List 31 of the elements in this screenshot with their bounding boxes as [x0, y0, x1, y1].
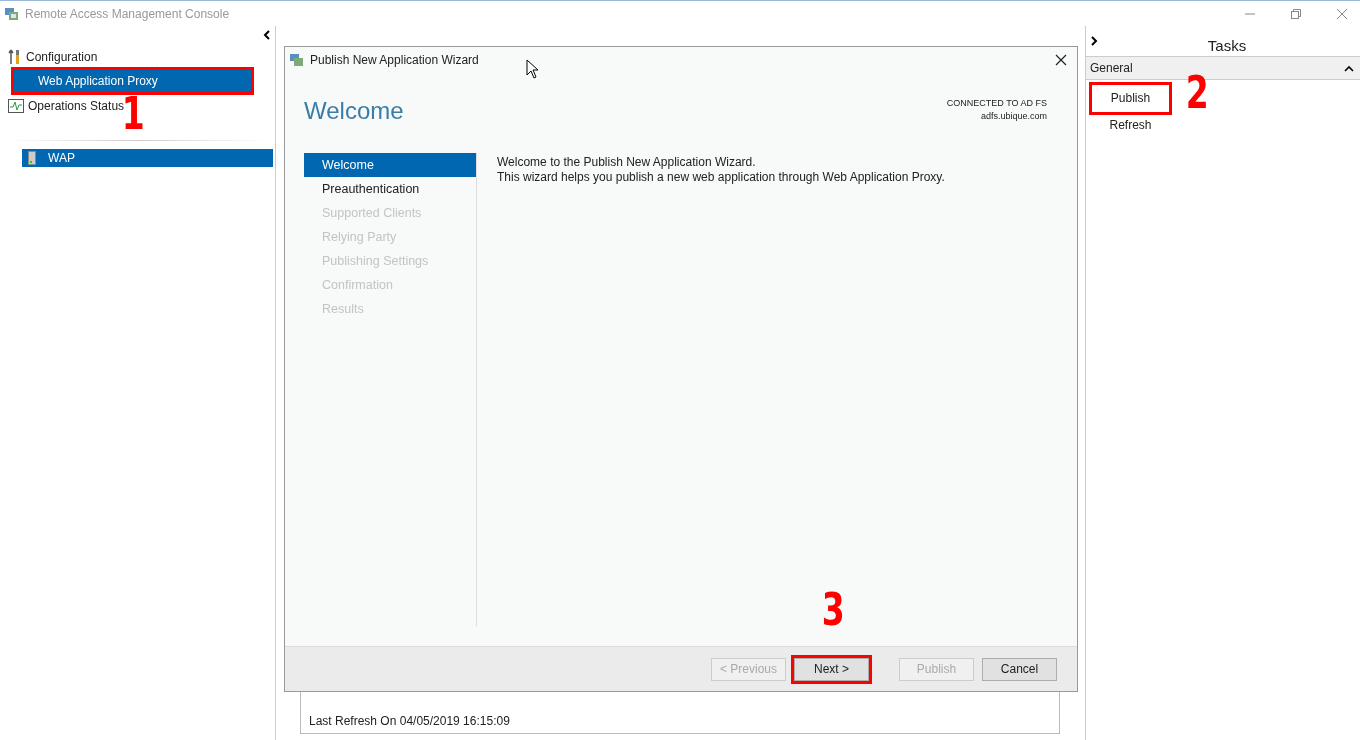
restore-icon[interactable]	[1290, 7, 1302, 20]
task-link[interactable]: Publish	[1092, 85, 1169, 112]
connection-text: adfs.ubique.com	[979, 110, 1047, 123]
page-heading: Welcome	[304, 97, 404, 126]
tools-icon	[8, 49, 22, 65]
close-icon[interactable]	[1055, 54, 1067, 66]
server-icon	[28, 151, 36, 165]
app-icon	[4, 5, 20, 22]
window-title: Remote Access Management Console	[25, 6, 230, 21]
expand-right-icon[interactable]	[1090, 36, 1098, 46]
wizard-step[interactable]: Welcome	[304, 153, 476, 177]
task-link[interactable]: Refresh	[1092, 112, 1169, 139]
collapse-left-icon[interactable]	[263, 30, 271, 40]
wizard-step[interactable]: Preauthentication	[304, 177, 476, 201]
last-refresh-text: Last Refresh On 04/05/2019 16:15:09	[309, 714, 510, 728]
tree-item[interactable]: Configuration	[26, 50, 98, 64]
mouse-cursor-icon	[526, 59, 539, 79]
connection-text: CONNECTED TO AD FS	[946, 97, 1047, 110]
wizard-button[interactable]: Cancel	[982, 657, 1057, 681]
tree-item[interactable]: Web Application Proxy	[14, 70, 251, 92]
dialog-title: Publish New Application Wizard	[310, 53, 479, 67]
chevron-up-icon	[1344, 64, 1354, 72]
message-text: This wizard helps you publish a new web application through Web Application Proxy.	[497, 170, 945, 185]
server-item[interactable]: WAP	[22, 149, 273, 167]
wizard-button[interactable]: Next >	[794, 657, 869, 681]
tasks-title: Tasks	[1206, 35, 1248, 54]
wizard-icon	[289, 52, 305, 68]
tree-item[interactable]: Operations Status	[28, 99, 125, 113]
callout-number: 3	[821, 587, 845, 632]
message-text: Welcome to the Publish New Application Wizard.	[497, 155, 757, 170]
chart-icon	[8, 99, 24, 113]
